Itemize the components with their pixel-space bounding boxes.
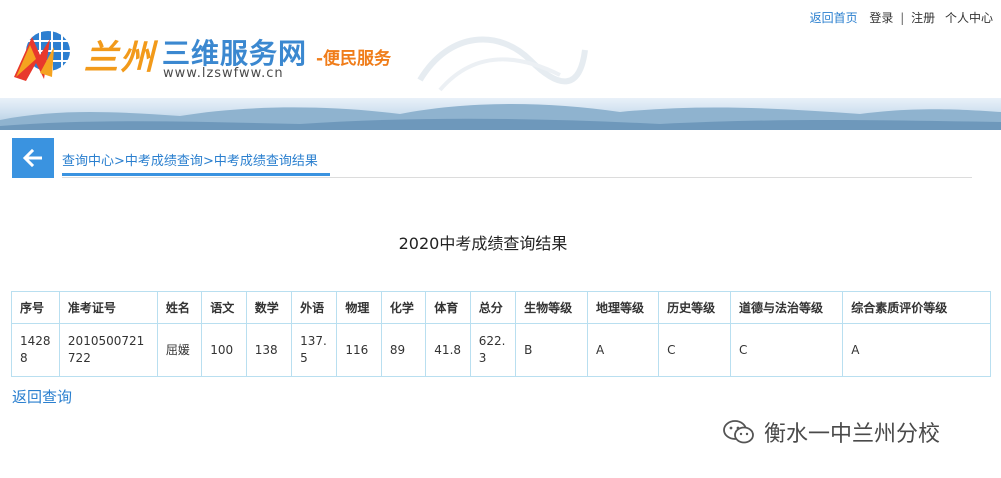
cell-history-grade: C <box>658 323 731 377</box>
breadcrumb-exam-result[interactable]: 中考成绩查询结果 <box>214 154 318 169</box>
cell-physics: 116 <box>336 323 382 377</box>
login-link[interactable]: 登录 <box>869 11 893 25</box>
column-header: 序号 <box>11 291 60 324</box>
site-header: 兰州 三维服务网 www.lzswfww.cn -便民服务 返回首页 登录 | … <box>0 0 1001 130</box>
column-header: 生物等级 <box>515 291 588 324</box>
back-to-query-link[interactable]: 返回查询 <box>12 386 72 407</box>
user-center-link[interactable]: 个人中心 <box>945 11 993 25</box>
column-header: 准考证号 <box>58 291 158 324</box>
breadcrumb-divider <box>62 177 972 178</box>
cell-pe: 41.8 <box>425 323 471 377</box>
cell-total: 622.3 <box>469 323 517 377</box>
main-content: 查询中心>中考成绩查询>中考成绩查询结果 2020中考成绩查询结果 序号 准考证… <box>0 130 1001 478</box>
logo-lan-text: 兰州 <box>84 38 156 78</box>
cell-geography-grade: A <box>586 323 660 377</box>
column-header: 物理 <box>336 291 382 324</box>
column-header: 总分 <box>469 291 517 324</box>
cell-foreign-language: 137.5 <box>291 323 338 377</box>
column-header: 体育 <box>425 291 471 324</box>
column-header: 语文 <box>201 291 247 324</box>
column-header: 道德与法治等级 <box>729 291 844 324</box>
column-header: 外语 <box>291 291 338 324</box>
cell-math: 138 <box>245 323 293 377</box>
breadcrumb-active-underline <box>62 173 330 176</box>
breadcrumb-separator: > <box>202 154 214 169</box>
logo-slogan: -便民服务 <box>316 49 392 69</box>
register-link[interactable]: 注册 <box>911 11 935 25</box>
column-header: 数学 <box>245 291 293 324</box>
globe-logo-icon <box>14 31 70 81</box>
watermark-text: 衡水一中兰州分校 <box>764 422 941 447</box>
breadcrumb-exam-query[interactable]: 中考成绩查询 <box>125 154 203 169</box>
column-header: 姓名 <box>156 291 203 324</box>
column-header: 地理等级 <box>586 291 660 324</box>
cell-biology-grade: B <box>515 323 588 377</box>
cell-chemistry: 89 <box>380 323 427 377</box>
home-link[interactable]: 返回首页 <box>810 11 858 25</box>
decorative-swirl <box>417 36 588 92</box>
wechat-icon <box>723 420 754 444</box>
cell-morality-law-grade: C <box>729 323 844 377</box>
cell-serial-number: 14288 <box>11 323 60 377</box>
cell-exam-id: 2010500721722 <box>58 323 158 377</box>
table-row: 14288 2010500721722 屈媛 100 138 137.5 116… <box>11 323 991 377</box>
cell-chinese: 100 <box>201 323 247 377</box>
watermark: 衡水一中兰州分校 <box>722 416 940 448</box>
nav-divider: | <box>900 11 905 25</box>
result-title: 2020中考成绩查询结果 <box>398 234 568 253</box>
header-mountains <box>0 103 1001 130</box>
breadcrumb-separator: > <box>114 154 125 169</box>
top-nav: 返回首页 登录 | 注册 个人中心 <box>810 9 993 26</box>
table-header-row: 序号 准考证号 姓名 语文 数学 外语 物理 化学 体育 总分 生物等级 地理等… <box>11 291 991 324</box>
column-header: 化学 <box>380 291 427 324</box>
results-table: 序号 准考证号 姓名 语文 数学 外语 物理 化学 体育 总分 生物等级 地理等… <box>11 291 991 377</box>
cell-name: 屈媛 <box>156 323 203 377</box>
column-header: 综合素质评价等级 <box>842 291 991 324</box>
cell-overall-quality-grade: A <box>842 323 991 377</box>
column-header: 历史等级 <box>658 291 731 324</box>
breadcrumb-query-center[interactable]: 查询中心 <box>62 154 114 169</box>
arrow-left-icon <box>22 149 42 167</box>
logo-url: www.lzswfww.cn <box>163 66 284 81</box>
breadcrumb: 查询中心>中考成绩查询>中考成绩查询结果 <box>62 150 318 169</box>
back-button[interactable] <box>12 138 54 178</box>
